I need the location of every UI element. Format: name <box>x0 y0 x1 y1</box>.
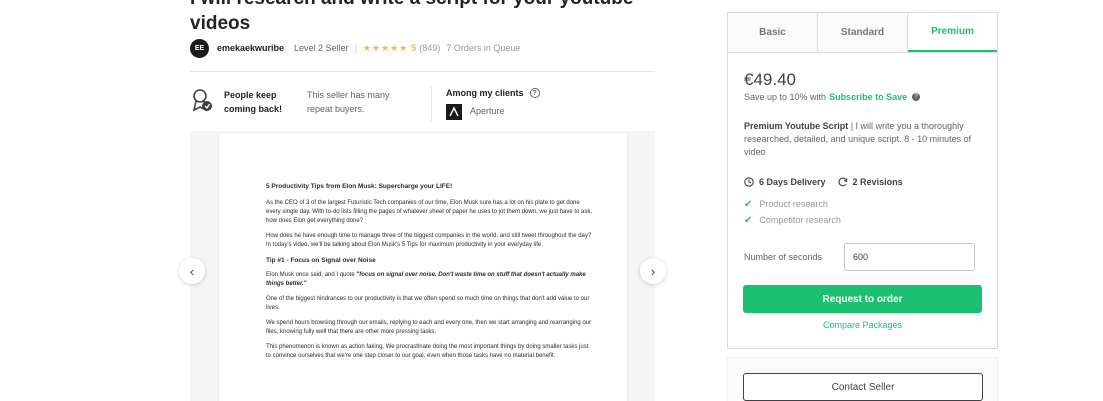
seller-overview: EE emekaekwuribe Level 2 Seller | ★★★★★ … <box>190 38 520 58</box>
package-tabs: Basic Standard Premium <box>728 13 997 53</box>
package-title: Premium Youtube Script <box>744 121 849 131</box>
rating-stars-icon: ★★★★★ <box>362 42 409 53</box>
feature-label: Product research <box>759 199 828 209</box>
clock-icon <box>744 177 754 187</box>
package-price: €49.40 <box>744 70 796 89</box>
feature-item: ✔ Product research <box>744 196 841 212</box>
separator: | <box>354 43 357 53</box>
client-logo <box>446 104 462 120</box>
check-icon: ✔ <box>744 198 753 210</box>
request-to-order-button[interactable]: Request to order <box>743 285 982 313</box>
clients-title-label: Among my clients <box>446 88 524 98</box>
document-paragraph: As the CEO of 3 of the largest Futuristi… <box>266 200 593 224</box>
delivery-text: 6 Days Delivery <box>759 177 826 187</box>
document-paragraph: One of the biggest hindrances to our pro… <box>266 296 590 311</box>
gallery-next-button[interactable]: › <box>640 258 666 284</box>
seller-name-link[interactable]: emekaekwuribe <box>217 43 284 53</box>
seconds-row: Number of seconds <box>744 242 982 272</box>
chevron-left-icon: ‹ <box>189 263 195 279</box>
tab-basic[interactable]: Basic <box>728 13 818 52</box>
delivery-time: 6 Days Delivery <box>744 177 826 187</box>
aperture-logo-icon <box>449 106 459 117</box>
highlights-divider <box>431 86 432 122</box>
subscribe-to-save-link[interactable]: Subscribe to Save <box>829 92 907 102</box>
repeat-buyers-icon <box>192 89 212 112</box>
orders-in-queue: 7 Orders in Queue <box>446 43 521 53</box>
feature-list: ✔ Product research ✔ Competitor research <box>744 196 841 228</box>
clients-title: Among my clients ? <box>446 88 540 98</box>
document-paragraph: This phenomenon is known as action fakin… <box>266 344 589 359</box>
contact-seller-button[interactable]: Contact Seller <box>743 373 983 401</box>
gallery-prev-button[interactable]: ‹ <box>179 258 205 284</box>
divider <box>190 71 655 72</box>
tab-standard[interactable]: Standard <box>818 13 908 52</box>
quote-lead: Elon Musk once said, and I quote <box>266 272 355 278</box>
document-subheading: Tip #1 - Focus on Signal over Noise <box>266 257 376 264</box>
seller-highlights: People keep coming back! This seller has… <box>190 84 655 124</box>
gig-gallery: 5 Productivity Tips from Elon Musk: Supe… <box>179 131 666 401</box>
document-content: 5 Productivity Tips from Elon Musk: Supe… <box>266 182 594 367</box>
gallery-image-document[interactable]: 5 Productivity Tips from Elon Musk: Supe… <box>218 134 628 401</box>
chevron-right-icon: › <box>650 263 656 279</box>
seconds-input[interactable] <box>844 243 975 271</box>
document-paragraph: How does he have enough time to manage t… <box>266 233 592 248</box>
package-card: Basic Standard Premium €49.40 Save up to… <box>727 12 998 349</box>
document-paragraph: We spend hours browsing through our emai… <box>266 320 592 335</box>
seller-avatar[interactable]: EE <box>190 38 209 58</box>
revisions-text: 2 Revisions <box>852 177 903 187</box>
document-heading: 5 Productivity Tips from Elon Musk: Supe… <box>266 183 453 190</box>
seconds-label: Number of seconds <box>744 252 823 262</box>
tab-premium[interactable]: Premium <box>908 13 997 52</box>
package-description: Premium Youtube Script | I will write yo… <box>744 121 972 157</box>
repeat-buyers-title: People keep coming back! <box>224 90 283 114</box>
help-icon[interactable]: ? <box>529 88 540 98</box>
save-text: Save up to 10% with <box>744 92 827 102</box>
reviews-count-link[interactable]: (849) <box>419 43 440 53</box>
refresh-icon <box>838 177 847 187</box>
feature-item: ✔ Competitor research <box>744 212 841 228</box>
compare-packages-link[interactable]: Compare Packages <box>728 320 997 330</box>
check-icon: ✔ <box>744 214 753 226</box>
subscribe-save-row: Save up to 10% with Subscribe to Save ? <box>744 92 921 102</box>
repeat-buyers-text: This seller has many repeat buyers. <box>307 90 390 114</box>
document-paragraph-quote: Elon Musk once said, and I quote "focus … <box>266 271 594 289</box>
rating-score: 5 <box>411 43 417 53</box>
client-name: Aperture <box>470 106 505 116</box>
help-icon[interactable]: ? <box>912 93 921 101</box>
gig-title: I will research and write a script for y… <box>190 0 633 34</box>
feature-label: Competitor research <box>759 215 841 225</box>
contact-card: Contact Seller <box>727 357 998 401</box>
revisions: 2 Revisions <box>838 177 903 187</box>
gig-page: I will research and write a script for y… <box>0 0 1103 401</box>
seller-level: Level 2 Seller <box>294 43 349 53</box>
package-meta: 6 Days Delivery 2 Revisions <box>744 177 915 187</box>
